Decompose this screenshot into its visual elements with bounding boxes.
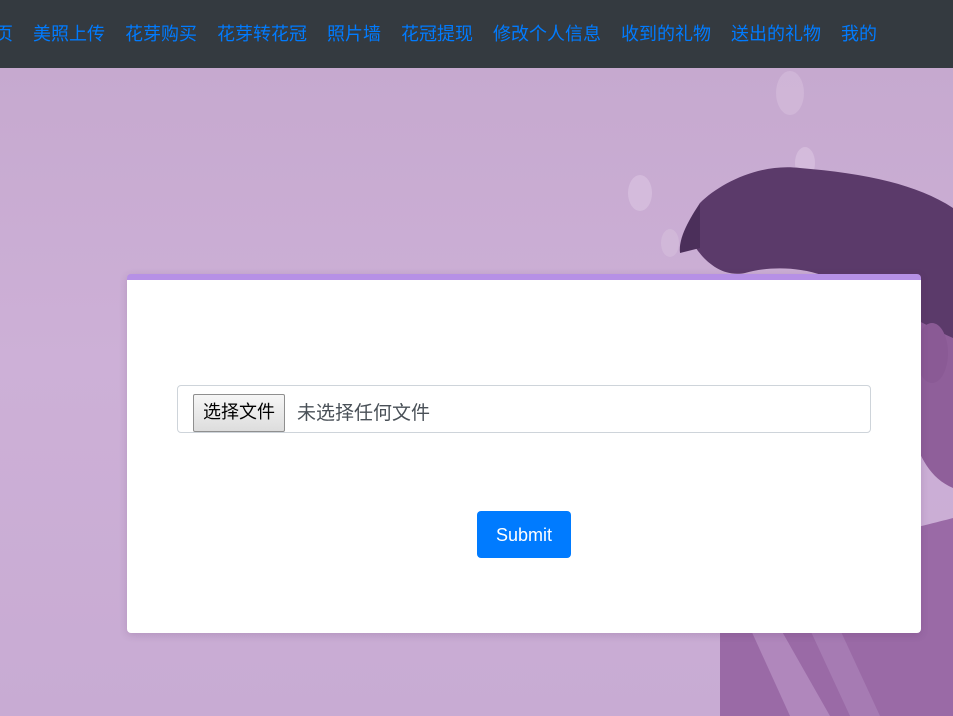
nav-link-buy-buds[interactable]: 花芽购买: [125, 22, 197, 48]
file-input-field[interactable]: 选择文件 未选择任何文件: [177, 385, 871, 433]
nav-link-photo-upload[interactable]: 美照上传: [33, 22, 105, 48]
nav-link-crown-withdraw[interactable]: 花冠提现: [401, 22, 473, 48]
top-navbar: 页 美照上传 花芽购买 花芽转花冠 照片墙 花冠提现 修改个人信息 收到的礼物 …: [0, 0, 953, 68]
nav-link-mine-partial[interactable]: 我的: [841, 22, 877, 48]
nav-links: 页 美照上传 花芽购买 花芽转花冠 照片墙 花冠提现 修改个人信息 收到的礼物 …: [0, 22, 897, 48]
nav-link-bud-to-crown[interactable]: 花芽转花冠: [217, 22, 307, 48]
nav-link-received-gifts[interactable]: 收到的礼物: [621, 22, 711, 48]
nav-link-photo-wall[interactable]: 照片墙: [327, 22, 381, 48]
nav-link-sent-gifts[interactable]: 送出的礼物: [731, 22, 821, 48]
submit-button[interactable]: Submit: [477, 511, 571, 558]
upload-card: 选择文件 未选择任何文件 Submit: [127, 274, 921, 633]
file-status-text: 未选择任何文件: [297, 402, 431, 424]
choose-file-button[interactable]: 选择文件: [193, 394, 285, 432]
nav-link-edit-profile[interactable]: 修改个人信息: [493, 22, 601, 48]
nav-link-home-partial[interactable]: 页: [0, 22, 13, 48]
